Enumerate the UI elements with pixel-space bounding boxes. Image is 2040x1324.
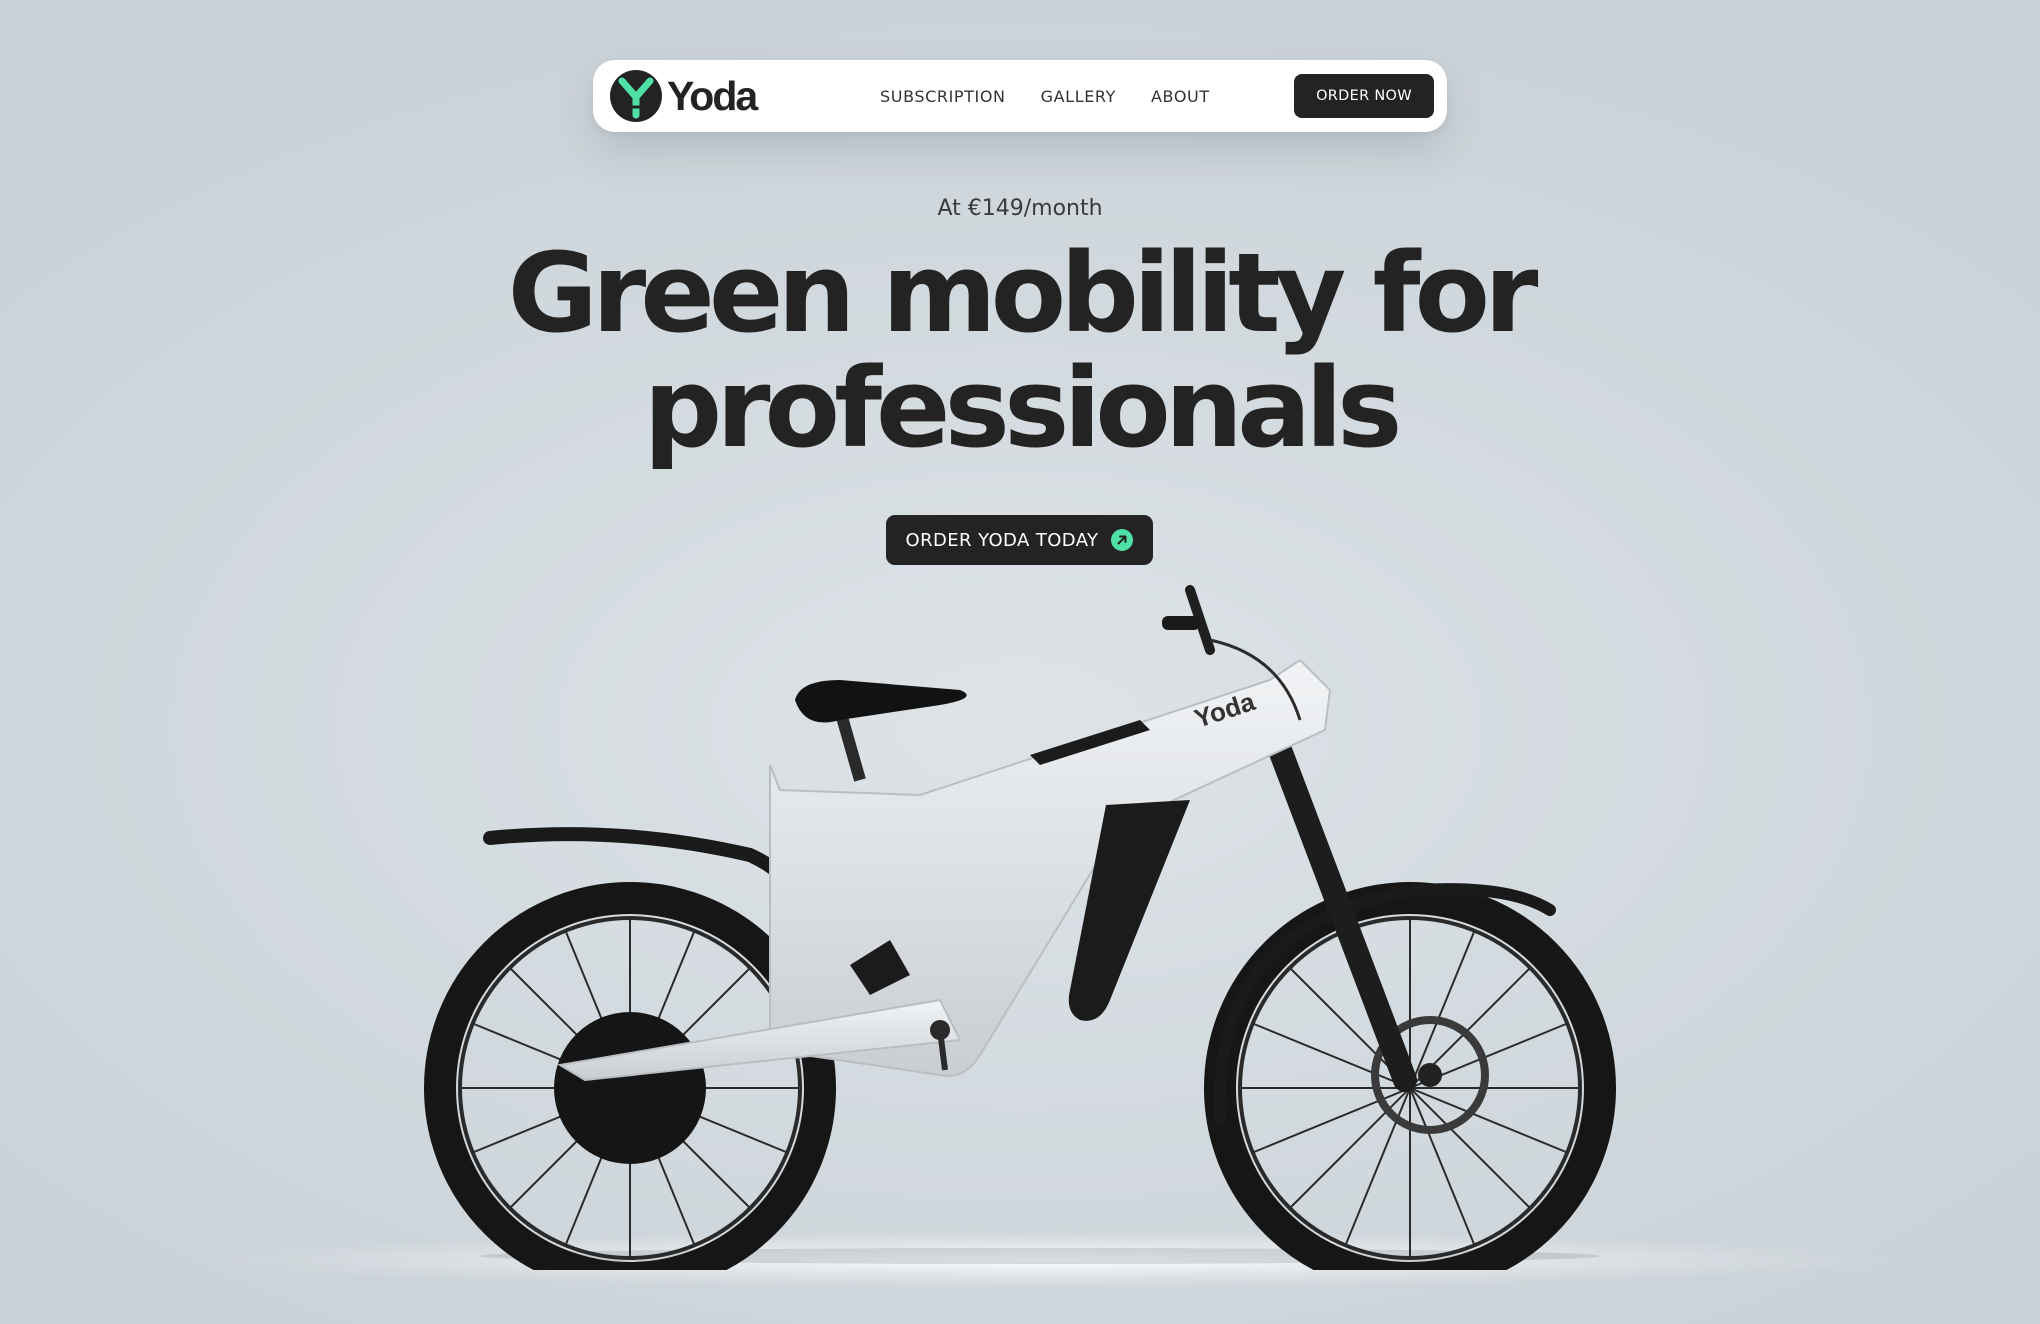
order-yoda-today-button[interactable]: ORDER YODA TODAY (886, 515, 1153, 565)
brand-name: Yoda (667, 72, 758, 119)
yoda-logo-icon (610, 70, 662, 122)
headline-line-1: Green mobility for (507, 229, 1539, 357)
e-bike-image: Yoda (424, 585, 1616, 1270)
nav-link-about[interactable]: ABOUT (1151, 87, 1210, 106)
arrow-up-right-icon (1111, 529, 1134, 551)
hero-headline: Green mobility for professionals (0, 236, 2040, 466)
nav-links: SUBSCRIPTION GALLERY ABOUT (880, 60, 1245, 132)
nav-link-subscription[interactable]: SUBSCRIPTION (880, 87, 1006, 106)
top-navigation: Yoda SUBSCRIPTION GALLERY ABOUT ORDER NO… (593, 60, 1447, 132)
price-tagline: At €149/month (937, 196, 1103, 221)
nav-link-gallery[interactable]: GALLERY (1041, 87, 1116, 106)
hero-cta-label: ORDER YODA TODAY (905, 529, 1099, 551)
order-now-button[interactable]: ORDER NOW (1294, 74, 1434, 118)
rear-wheel (424, 882, 836, 1270)
headline-line-2: professionals (643, 344, 1403, 472)
brand-logo[interactable]: Yoda (609, 69, 758, 123)
